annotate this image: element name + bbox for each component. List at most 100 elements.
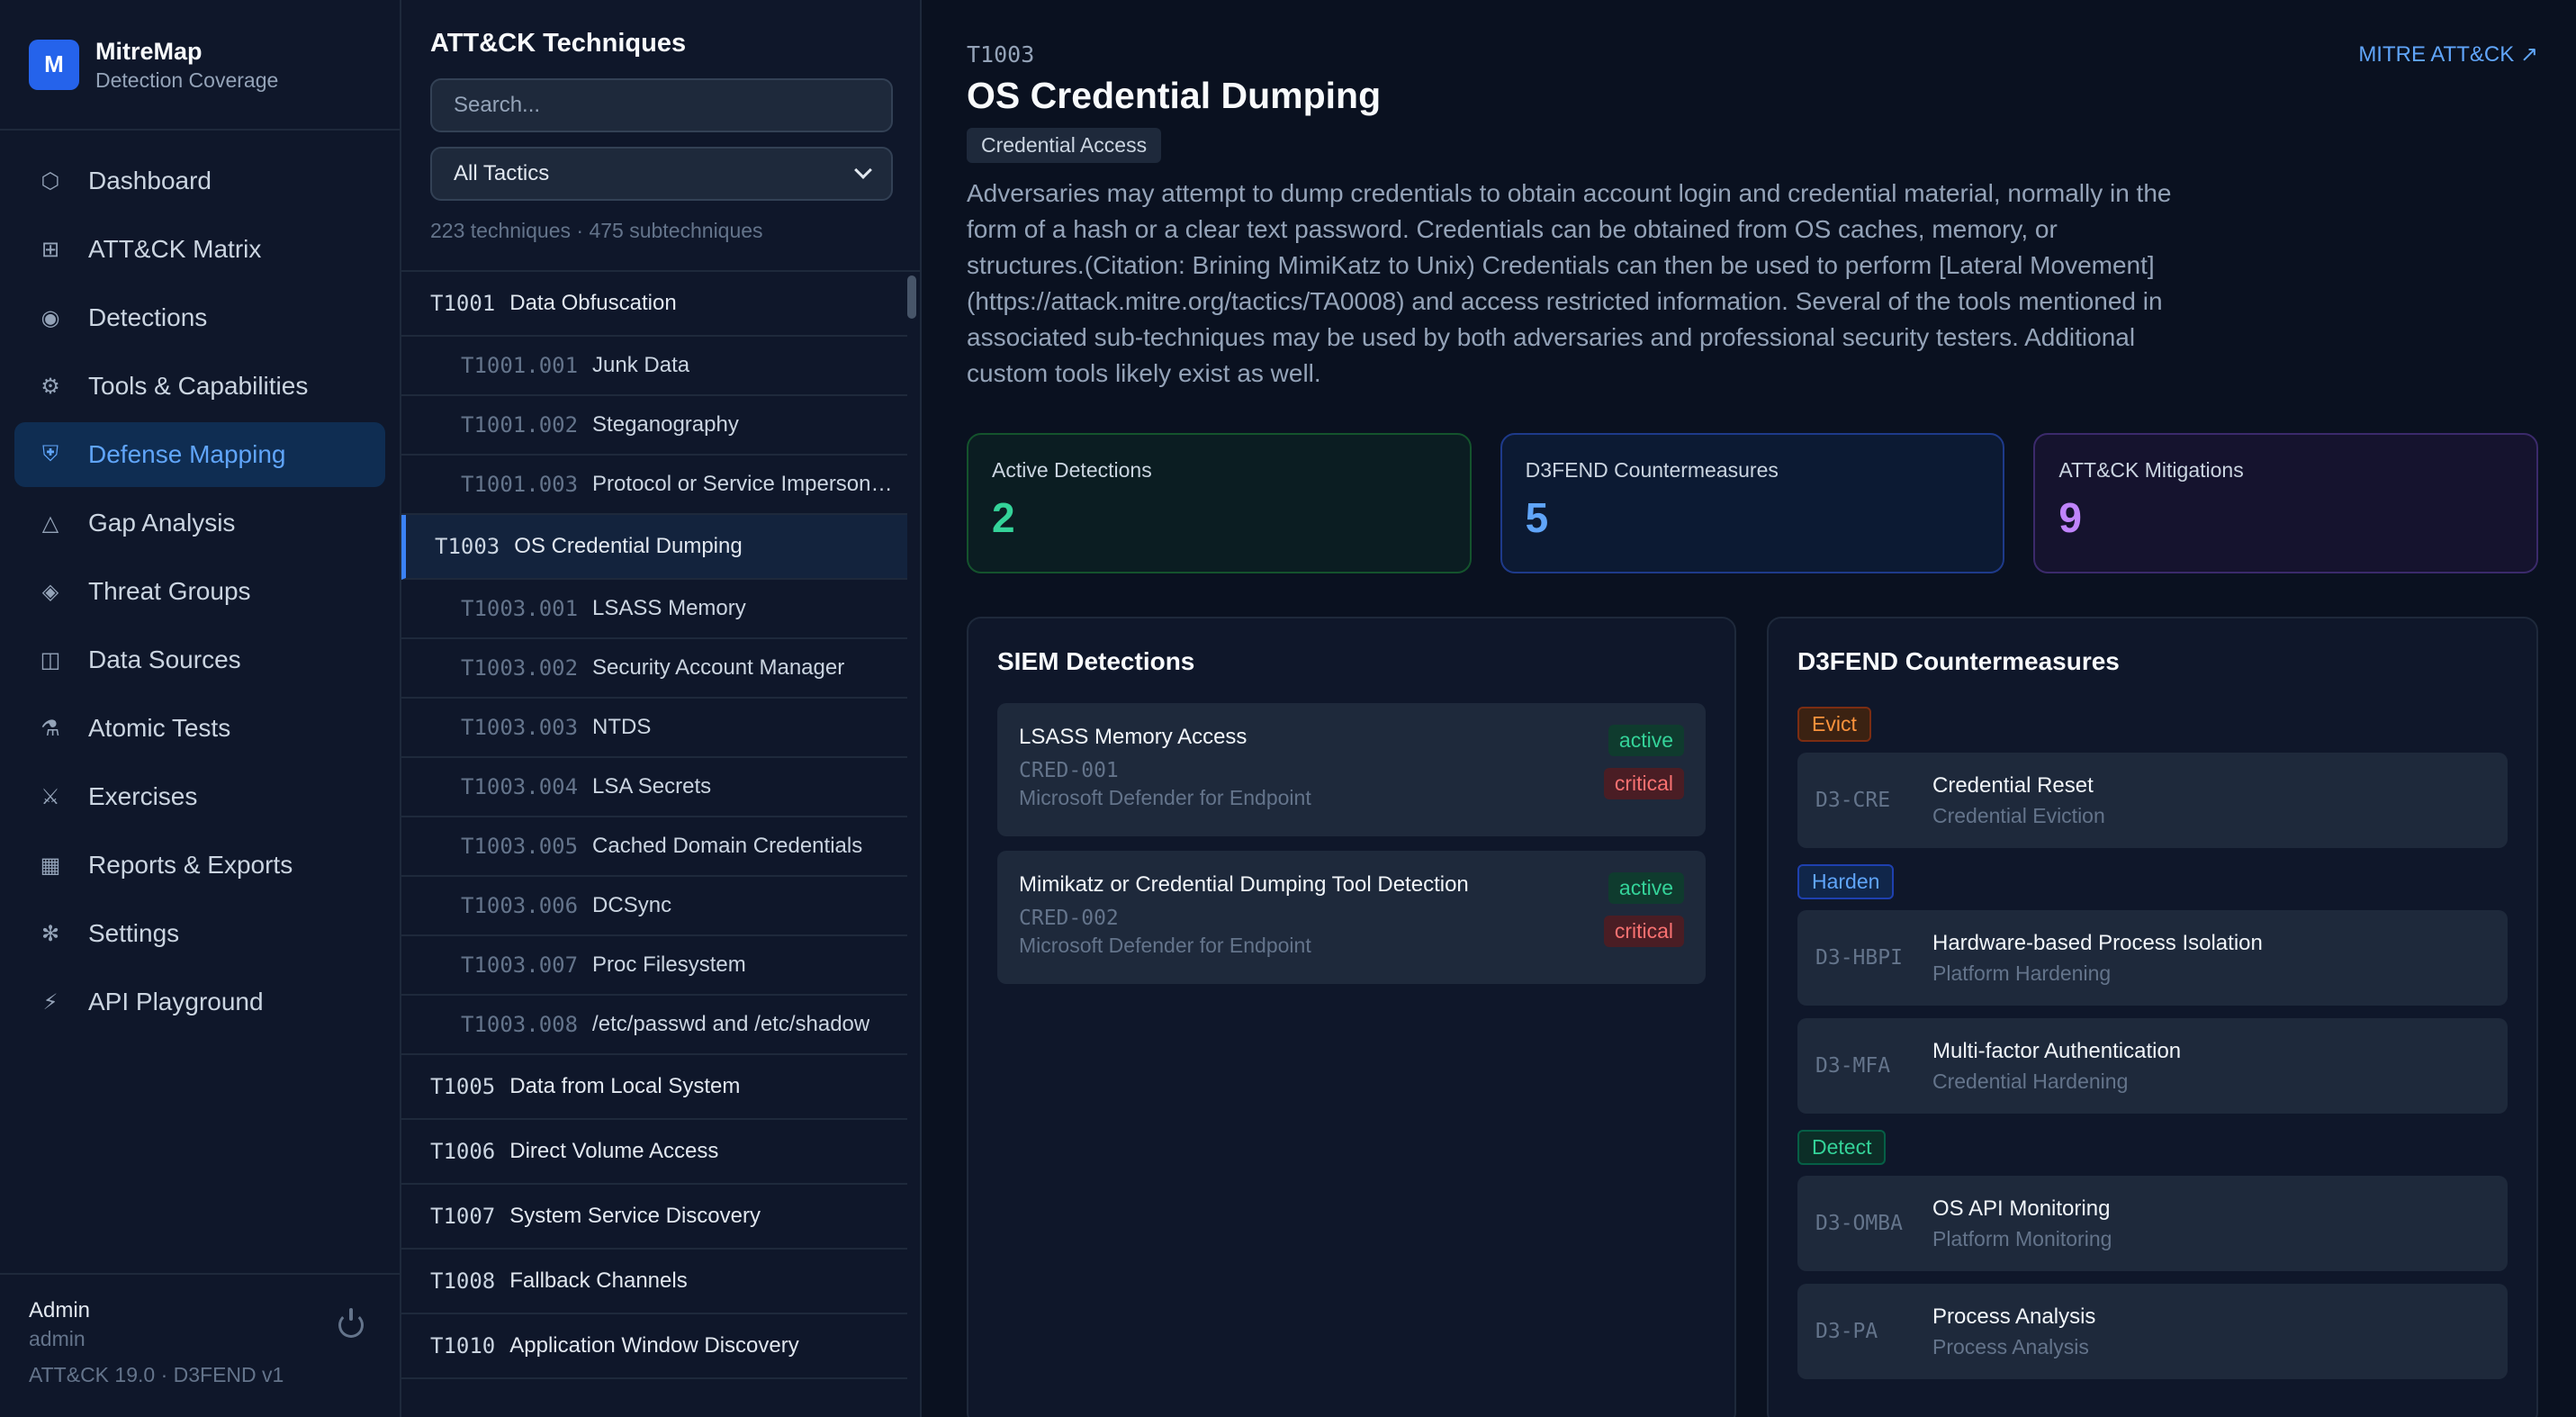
- subtechnique-row[interactable]: T1003.007 Proc Filesystem: [401, 936, 907, 996]
- sidebar-item-api-playground[interactable]: ⚡ API Playground: [14, 970, 385, 1034]
- tactic-filter-select[interactable]: All Tactics: [430, 147, 893, 201]
- technique-title: OS Credential Dumping: [967, 75, 1382, 116]
- countermeasure-item[interactable]: D3-CRE Credential Reset Credential Evictio…: [1797, 753, 2508, 848]
- technique-name: Steganography: [592, 412, 739, 437]
- technique-id: T1003.001: [461, 596, 579, 621]
- siem-panel-title: SIEM Detections: [997, 647, 1195, 675]
- sidebar-item-label: Exercises: [88, 782, 198, 810]
- countermeasure-item[interactable]: D3-PA Process Analysis Process Analysis: [1797, 1284, 2508, 1379]
- subtechnique-row[interactable]: T1003.001 LSASS Memory: [401, 580, 907, 639]
- technique-row[interactable]: T1005 Data from Local System: [401, 1055, 907, 1120]
- countermeasure-name: OS API Monitoring: [1932, 1196, 2111, 1221]
- lightning-icon: ⚡: [42, 989, 59, 1015]
- subtechnique-row[interactable]: T1003.002 Security Account Manager: [401, 639, 907, 699]
- countermeasure-id: D3-CRE: [1815, 789, 1891, 812]
- detection-card[interactable]: LSASS Memory Access CRED-001 Microsoft Def…: [997, 703, 1706, 836]
- app-root: M MitreMap Detection Coverage ⬡ Dashboard…: [0, 0, 2576, 1417]
- severity-badge: critical: [1603, 768, 1684, 799]
- sidebar-item-dashboard[interactable]: ⬡ Dashboard: [14, 149, 385, 213]
- subtechnique-row[interactable]: T1003.003 NTDS: [401, 699, 907, 758]
- sidebar-item-defense-mapping[interactable]: ⛨ Defense Mapping: [14, 422, 385, 487]
- status-badge: active: [1608, 872, 1684, 904]
- technique-id: T1003.008: [461, 1012, 579, 1037]
- threat-icon: ◈: [41, 579, 59, 604]
- technique-panel-title: ATT&CK Techniques: [430, 29, 687, 58]
- countermeasure-text: Hardware-based Process Isolation Platform…: [1932, 931, 2263, 986]
- power-icon[interactable]: [338, 1308, 364, 1338]
- siem-list: LSASS Memory Access CRED-001 Microsoft Def…: [997, 703, 1706, 984]
- subtechnique-row[interactable]: T1003.008/etc/passwd and /etc/shadow: [401, 996, 907, 1055]
- sidebar-item-detections[interactable]: ◉ Detections: [14, 285, 385, 350]
- siem-panel: SIEM Detections LSASS Memory Access CRED-…: [967, 617, 1736, 1417]
- countermeasure-subtitle: Process Analysis: [1932, 1334, 2089, 1358]
- detection-card[interactable]: Mimikatz or Credential Dumping Tool Dete…: [997, 851, 1706, 984]
- technique-row[interactable]: T1001 Data Obfuscation: [401, 272, 907, 337]
- technique-name: Fallback Channels: [509, 1268, 688, 1293]
- sidebar-item-gap-analysis[interactable]: △ Gap Analysis: [14, 491, 385, 555]
- countermeasure-item[interactable]: D3-OMBA OS API Monitoring Platform Monitor…: [1797, 1176, 2508, 1271]
- shield-icon: ⛨: [42, 442, 59, 466]
- stat-label: ATT&CK Mitigations: [2058, 458, 2244, 482]
- technique-description: Adversaries may attempt to dump credenti…: [967, 179, 2172, 387]
- swords-icon: ⚔: [41, 784, 60, 809]
- detail-panels: SIEM Detections LSASS Memory Access CRED-…: [967, 617, 2538, 1417]
- technique-id: T1003.006: [461, 893, 579, 918]
- sidebar-item-atomic-tests[interactable]: ⚗ Atomic Tests: [14, 696, 385, 761]
- stat-value: 2: [992, 494, 1015, 541]
- subtechnique-row[interactable]: T1003.004 LSA Secrets: [401, 758, 907, 817]
- technique-name: Proc Filesystem: [592, 952, 746, 977]
- countermeasure-name: Credential Reset: [1932, 772, 2094, 798]
- subtechnique-row[interactable]: T1003.006 DCSync: [401, 877, 907, 936]
- sidebar-item-label: Defense Mapping: [88, 440, 286, 468]
- stat-card: D3FEND Countermeasures 5: [1500, 433, 2005, 573]
- detection-id: CRED-001: [1019, 759, 1119, 782]
- countermeasure-text: OS API Monitoring Platform Monitoring: [1932, 1196, 2112, 1251]
- countermeasure-subtitle: Credential Hardening: [1932, 1069, 2129, 1093]
- scrollbar[interactable]: [907, 275, 916, 319]
- sidebar-item-label: Gap Analysis: [88, 509, 236, 537]
- sidebar-item-threat-groups[interactable]: ◈ Threat Groups: [14, 559, 385, 624]
- d3fend-list: Evict D3-CRE Credential Reset Credential Ev…: [1797, 703, 2508, 1379]
- sidebar-item-exercises[interactable]: ⚔ Exercises: [14, 764, 385, 829]
- subtechnique-row[interactable]: T1001.003 Protocol or Service Impersonati…: [401, 456, 907, 515]
- countermeasure-subtitle: Platform Monitoring: [1932, 1226, 2112, 1250]
- technique-id: T1003.002: [461, 655, 579, 681]
- subtechnique-row[interactable]: T1001.002 Steganography: [401, 396, 907, 456]
- sidebar-item-label: Data Sources: [88, 645, 241, 673]
- technique-row[interactable]: T1006 Direct Volume Access: [401, 1120, 907, 1185]
- subtechnique-row[interactable]: T1003.005 Cached Domain Credentials: [401, 817, 907, 877]
- detection-name: Mimikatz or Credential Dumping Tool Dete…: [1019, 872, 1469, 897]
- technique-name: LSA Secrets: [592, 774, 712, 799]
- technique-detail: T1003 MITRE ATT&CK ↗ OS Credential Dumpi…: [922, 0, 2576, 1417]
- sidebar-item-data-sources[interactable]: ◫ Data Sources: [14, 627, 385, 692]
- brand[interactable]: M MitreMap Detection Coverage: [0, 0, 400, 131]
- technique-name: Direct Volume Access: [509, 1139, 719, 1163]
- search-input[interactable]: [430, 78, 893, 132]
- user-name: Admin: [29, 1298, 91, 1322]
- technique-list[interactable]: T1001 Data Obfuscation T1001.001 Junk Data T…: [401, 272, 920, 1417]
- technique-name: OS Credential Dumping: [514, 534, 743, 558]
- technique-row[interactable]: T1003 OS Credential Dumping: [401, 515, 907, 580]
- technique-row[interactable]: T1007 System Service Discovery: [401, 1185, 907, 1250]
- technique-row[interactable]: T1008 Fallback Channels: [401, 1250, 907, 1314]
- technique-id: T1006: [430, 1139, 496, 1164]
- mitre-external-link[interactable]: MITRE ATT&CK ↗: [2358, 41, 2538, 68]
- detection-id: CRED-002: [1019, 907, 1119, 930]
- countermeasure-text: Process Analysis Process Analysis: [1932, 1304, 2095, 1359]
- technique-name: Cached Domain Credentials: [592, 834, 863, 858]
- subtechnique-row[interactable]: T1001.001 Junk Data: [401, 337, 907, 396]
- countermeasure-id: D3-PA: [1815, 1320, 1878, 1343]
- status-badge: active: [1608, 725, 1684, 756]
- countermeasure-item[interactable]: D3-MFA Multi-factor Authentication Credent…: [1797, 1018, 2508, 1114]
- category-badge: Harden: [1797, 864, 1895, 899]
- countermeasure-item[interactable]: D3-HBPI Hardware-based Process Isolation P…: [1797, 910, 2508, 1006]
- brand-title: MitreMap: [95, 37, 203, 65]
- stat-value: 9: [2058, 494, 2082, 541]
- technique-name: Data from Local System: [509, 1074, 741, 1098]
- sidebar-item-tools-capabilities[interactable]: ⚙ Tools & Capabilities: [14, 354, 385, 419]
- sidebar-item-reports-exports[interactable]: ▦ Reports & Exports: [14, 833, 385, 898]
- technique-row[interactable]: T1010 Application Window Discovery: [401, 1314, 907, 1379]
- sidebar-item-settings[interactable]: ✻ Settings: [14, 901, 385, 966]
- technique-name: LSASS Memory: [592, 596, 746, 620]
- sidebar-item-att-ck-matrix[interactable]: ⊞ ATT&CK Matrix: [14, 217, 385, 282]
